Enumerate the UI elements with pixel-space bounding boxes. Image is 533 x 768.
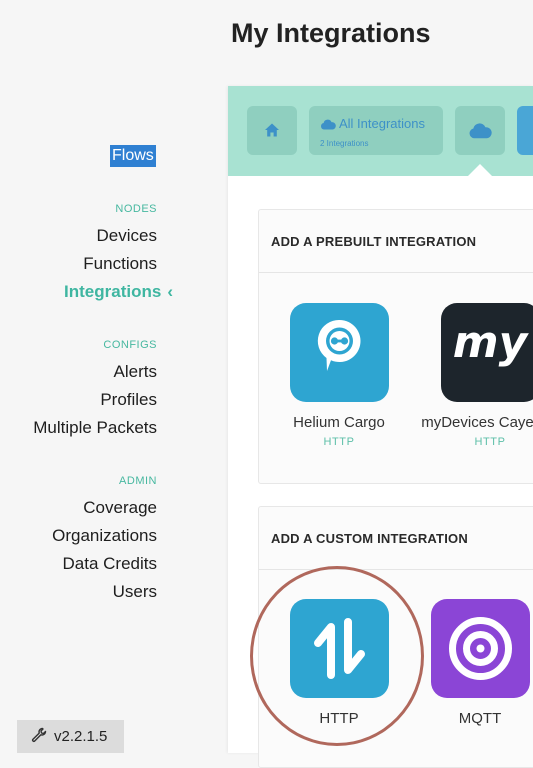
integration-tile-mqtt[interactable]: MQTT [410,599,533,727]
cloud-icon [320,118,336,130]
tab-home[interactable] [247,106,297,155]
sidebar: Flows NODES Devices Functions Integratio… [0,0,200,753]
sidebar-item-integrations-label: Integrations [64,282,161,301]
home-icon [264,122,280,138]
sidebar-item-multiple-packets[interactable]: Multiple Packets [33,418,157,438]
version-label: v2.2.1.5 [54,728,107,745]
sidebar-item-flows[interactable]: Flows [110,145,156,167]
sidebar-item-coverage[interactable]: Coverage [83,498,157,518]
integration-tile-helium-cargo[interactable]: Helium Cargo HTTP [269,303,409,448]
custom-title: ADD A CUSTOM INTEGRATION [271,531,468,546]
prebuilt-integrations-card: ADD A PREBUILT INTEGRATION Helium Cargo … [258,209,533,484]
integration-name: MQTT [410,710,533,727]
integration-tile-mydevices[interactable]: my myDevices Cayenne HTTP [420,303,533,448]
integration-type: HTTP [420,436,533,448]
highlight-circle [250,566,424,746]
tab-all-integrations-count: 2 Integrations [320,139,368,148]
tab-more[interactable] [517,106,533,155]
cloud-icon [468,121,492,139]
version-badge: v2.2.1.5 [17,720,124,753]
tab-cloud[interactable] [455,106,505,155]
sidebar-item-data-credits[interactable]: Data Credits [63,554,157,574]
sidebar-item-functions[interactable]: Functions [83,254,157,274]
mydevices-icon: my [441,303,533,402]
sidebar-item-integrations[interactable]: Integrations ‹ [64,282,173,302]
integration-type: HTTP [269,436,409,448]
chevron-left-icon: ‹ [167,282,173,302]
mqtt-target-icon [431,599,530,698]
tab-all-integrations[interactable]: All Integrations 2 Integrations [309,106,443,155]
active-tab-pointer [468,164,492,176]
prebuilt-title: ADD A PREBUILT INTEGRATION [271,234,476,249]
sidebar-item-organizations[interactable]: Organizations [52,526,157,546]
integration-name: Helium Cargo [269,414,409,431]
divider [259,569,533,570]
integration-tabs: All Integrations 2 Integrations [228,86,533,176]
divider [259,272,533,273]
section-nodes-heading: NODES [115,203,157,215]
sidebar-item-alerts[interactable]: Alerts [114,362,157,382]
section-admin-heading: ADMIN [119,475,157,487]
tab-all-integrations-label: All Integrations [339,116,425,131]
section-configs-heading: CONFIGS [103,339,157,351]
helium-cargo-icon [290,303,389,402]
sidebar-item-devices[interactable]: Devices [97,226,157,246]
integration-name: myDevices Cayenne [420,414,533,431]
sidebar-item-users[interactable]: Users [113,582,157,602]
sidebar-item-profiles[interactable]: Profiles [100,390,157,410]
page-title: My Integrations [231,18,431,49]
mydevices-logo-text: my [441,317,533,368]
wrench-icon [31,727,47,743]
